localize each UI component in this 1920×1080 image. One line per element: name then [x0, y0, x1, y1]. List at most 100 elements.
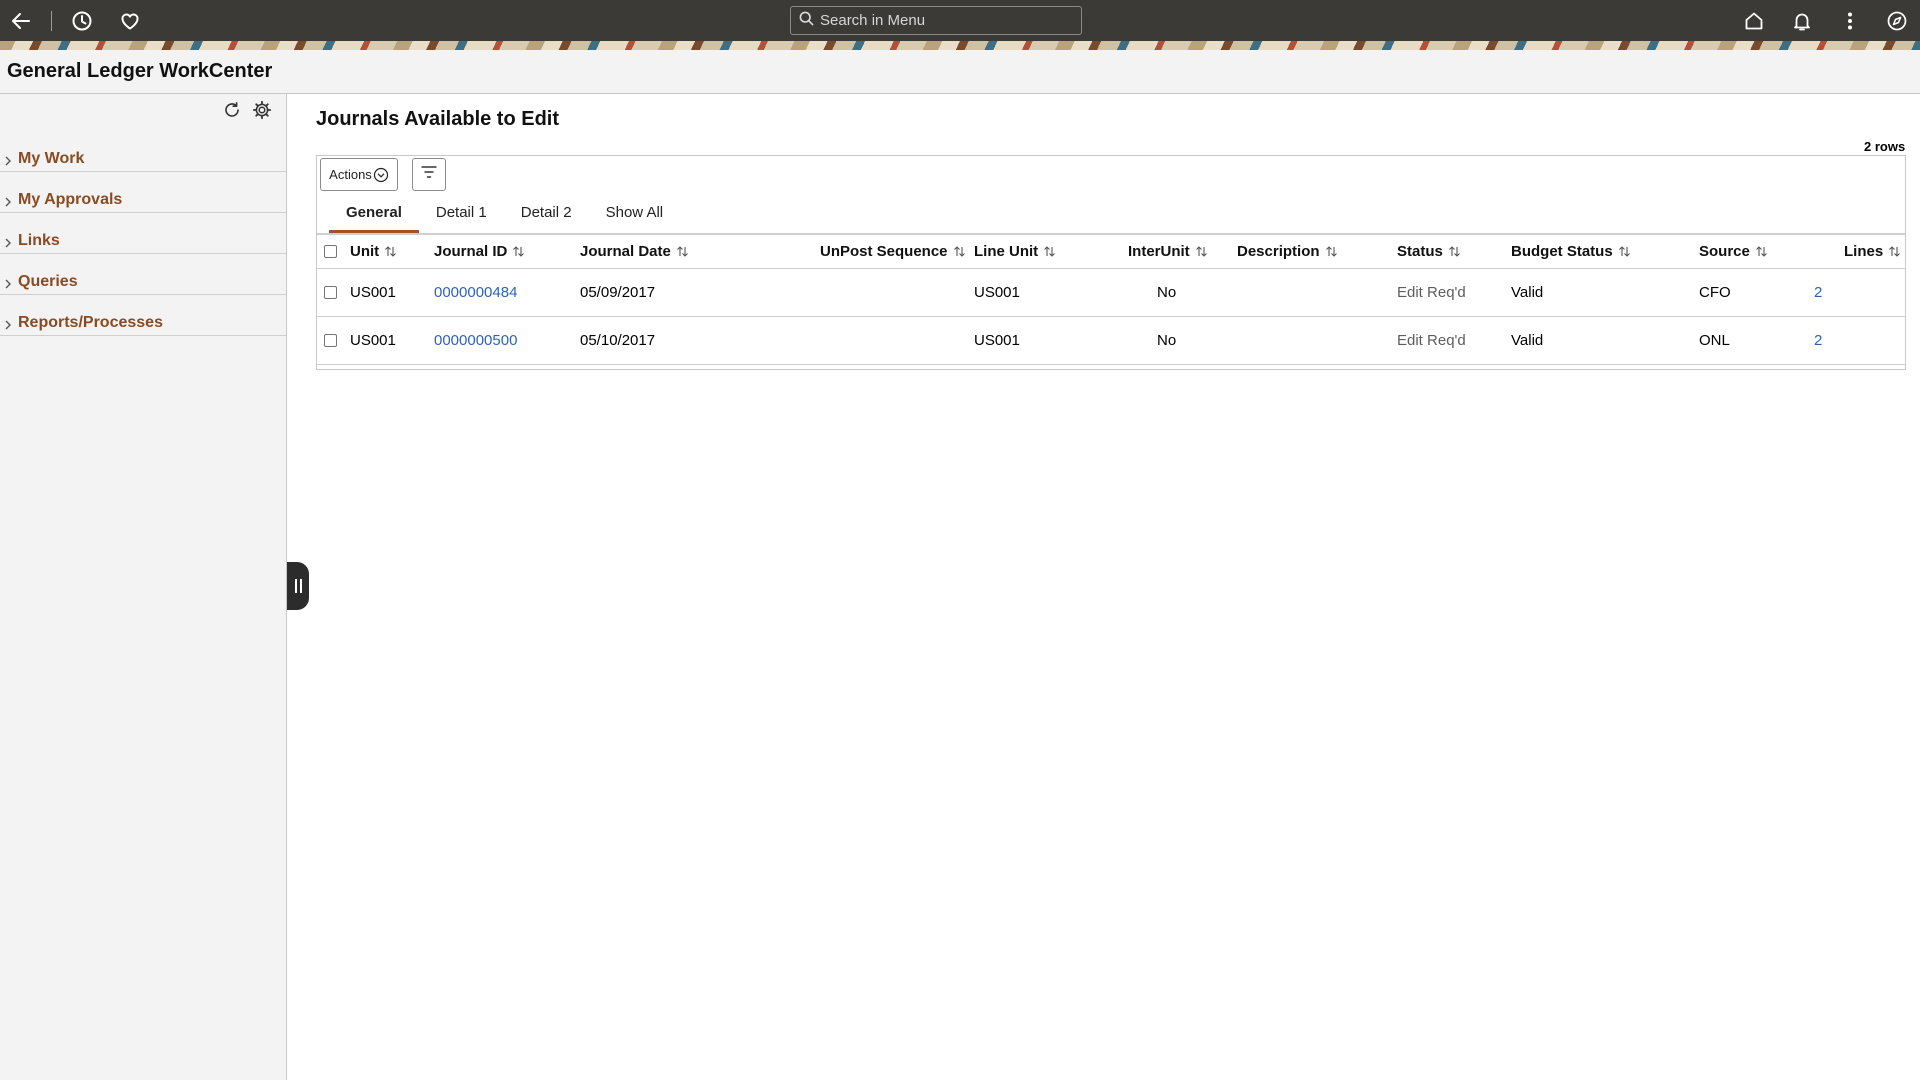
column-header-status[interactable]: Status	[1397, 235, 1461, 268]
sort-icon	[1888, 245, 1901, 258]
row-count: 2 rows	[1864, 139, 1906, 154]
sort-icon	[953, 245, 966, 258]
sort-icon	[1755, 245, 1768, 258]
cell-journal-date: 05/09/2017	[580, 284, 656, 301]
column-header-label: Journal ID	[434, 243, 508, 260]
page-title: General Ledger WorkCenter	[7, 60, 273, 82]
cell-source: ONL	[1699, 332, 1730, 349]
tab-detail-1[interactable]: Detail 1	[419, 203, 504, 233]
journal-id-link[interactable]: 0000000484	[434, 269, 517, 316]
menu-search-box[interactable]	[790, 6, 1082, 35]
cell-source: CFO	[1699, 284, 1731, 301]
chevron-right-icon	[4, 318, 16, 332]
compass-icon[interactable]	[1884, 8, 1910, 34]
gear-icon[interactable]	[250, 98, 274, 122]
bell-icon[interactable]	[1789, 8, 1815, 34]
grid-title: Journals Available to Edit	[316, 108, 560, 130]
top-banner	[0, 0, 1920, 50]
nav-item-my-work[interactable]: My Work	[0, 131, 286, 172]
filter-button[interactable]	[412, 158, 446, 191]
row-select-checkbox[interactable]	[324, 286, 337, 299]
chevron-right-icon	[4, 154, 16, 168]
column-header-interunit[interactable]: InterUnit	[1128, 235, 1208, 268]
decorative-banner-pattern	[0, 41, 1920, 50]
cell-journal-date: 05/10/2017	[580, 332, 656, 349]
nav-item-links[interactable]: Links	[0, 213, 286, 254]
sort-icon	[1325, 245, 1338, 258]
column-header-label: Budget Status	[1511, 243, 1613, 260]
actions-label: Actions	[329, 167, 372, 182]
refresh-icon[interactable]	[220, 98, 244, 122]
sort-icon	[384, 245, 397, 258]
cell-status: Edit Req'd	[1397, 284, 1466, 301]
column-header-journal-id[interactable]: Journal ID	[434, 235, 525, 268]
nav-item-reports-processes[interactable]: Reports/Processes	[0, 295, 286, 336]
cell-interunit: No	[1157, 284, 1177, 301]
lines-link[interactable]: 2	[1814, 269, 1822, 316]
sort-icon	[1618, 245, 1631, 258]
nav-item-queries[interactable]: Queries	[0, 254, 286, 295]
sort-icon	[1448, 245, 1461, 258]
toolbar-divider	[51, 11, 52, 31]
journal-id-link[interactable]: 0000000500	[434, 317, 517, 364]
chevron-right-icon	[4, 277, 16, 291]
cell-interunit: No	[1157, 332, 1177, 349]
tab-general[interactable]: General	[329, 203, 419, 233]
tab-show-all[interactable]: Show All	[589, 203, 681, 233]
column-header-label: Line Unit	[974, 243, 1039, 260]
nav-item-label: Queries	[18, 273, 78, 290]
heart-icon[interactable]	[117, 8, 143, 34]
tab-detail-2[interactable]: Detail 2	[504, 203, 589, 233]
nav-item-my-approvals[interactable]: My Approvals	[0, 172, 286, 213]
column-header-description[interactable]: Description	[1237, 235, 1338, 268]
cell-unit: US001	[350, 284, 396, 301]
column-header-label: Journal Date	[580, 243, 671, 260]
journals-table: Unit Journal ID Journal Date UnPost Sequ…	[317, 235, 1905, 365]
row-select-checkbox[interactable]	[324, 334, 337, 347]
back-arrow-icon[interactable]	[8, 8, 34, 34]
column-header-budget-status[interactable]: Budget Status	[1511, 235, 1631, 268]
grid-tabs: General Detail 1 Detail 2 Show All	[329, 203, 680, 233]
sort-icon	[1043, 245, 1056, 258]
chevron-down-circle-icon	[373, 167, 389, 183]
nav-item-label: Links	[18, 232, 60, 249]
vertical-dots-icon[interactable]	[1837, 8, 1863, 34]
column-header-label: Source	[1699, 243, 1750, 260]
column-header-label: Status	[1397, 243, 1443, 260]
lines-link[interactable]: 2	[1814, 317, 1822, 364]
column-header-line-unit[interactable]: Line Unit	[974, 235, 1056, 268]
panel-collapse-handle[interactable]	[287, 562, 309, 610]
column-header-label: Lines	[1844, 243, 1884, 260]
search-icon	[799, 11, 814, 31]
cell-line-unit: US001	[974, 284, 1020, 301]
select-all-checkbox[interactable]	[324, 245, 337, 258]
page-title-bar: General Ledger WorkCenter	[0, 50, 1920, 94]
cell-budget-status: Valid	[1511, 332, 1544, 349]
sort-icon	[1195, 245, 1208, 258]
left-panel: My Work My Approvals Links Queries Repor…	[0, 94, 287, 1080]
chevron-right-icon	[4, 236, 16, 250]
sort-icon	[676, 245, 689, 258]
journals-grid: Actions General Detail 1 Detail 2 Show A…	[316, 155, 1906, 370]
column-header-journal-date[interactable]: Journal Date	[580, 235, 689, 268]
nav-item-label: My Approvals	[18, 191, 123, 208]
home-icon[interactable]	[1741, 8, 1767, 34]
column-header-label: InterUnit	[1128, 243, 1190, 260]
sort-icon	[512, 245, 525, 258]
filter-icon	[421, 165, 437, 184]
column-header-label: Unit	[350, 243, 380, 260]
chevron-right-icon	[4, 195, 16, 209]
cell-budget-status: Valid	[1511, 284, 1544, 301]
cell-unit: US001	[350, 332, 396, 349]
column-header-unit[interactable]: Unit	[350, 235, 397, 268]
column-header-unpost-sequence[interactable]: UnPost Sequence	[820, 235, 966, 268]
clock-icon[interactable]	[69, 8, 95, 34]
column-header-label: UnPost Sequence	[820, 243, 948, 260]
table-row: US001 0000000484 05/09/2017 US001 No Edi…	[317, 269, 1905, 317]
column-header-lines[interactable]: Lines	[1844, 235, 1901, 268]
nav-item-label: My Work	[18, 150, 85, 167]
menu-search-input[interactable]	[820, 12, 1070, 29]
column-header-source[interactable]: Source	[1699, 235, 1768, 268]
actions-button[interactable]: Actions	[320, 158, 398, 191]
table-row: US001 0000000500 05/10/2017 US001 No Edi…	[317, 317, 1905, 365]
